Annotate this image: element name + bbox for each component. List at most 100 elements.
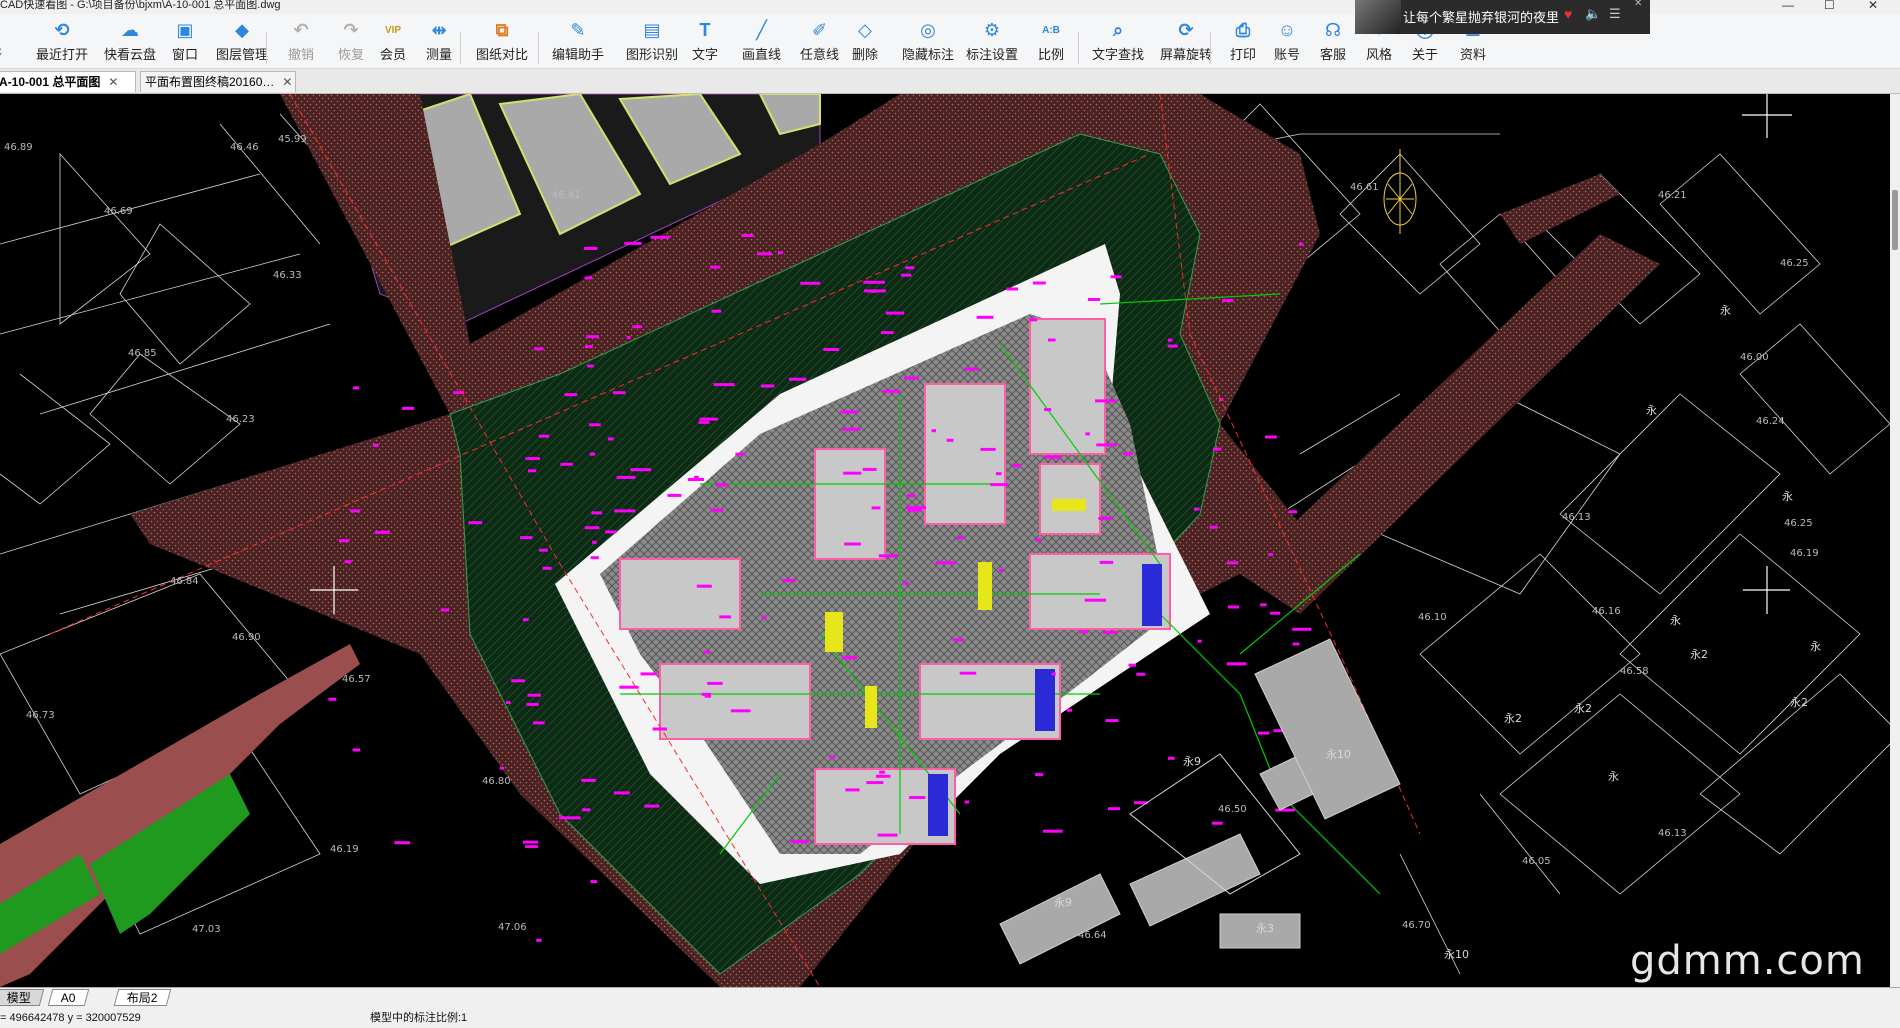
find-button[interactable]: ⌕ 文字查找 xyxy=(1092,18,1144,66)
tab-document-1[interactable]: A-10-001 总平面图 ✕ xyxy=(0,71,136,92)
cloud-button[interactable]: ☁ 快看云盘 xyxy=(104,18,156,66)
recognize-button[interactable]: ▤ 图形识别 xyxy=(626,18,678,66)
redo-button[interactable]: ↷ 恢复 xyxy=(338,18,364,66)
tab-label: 布局2 xyxy=(126,991,158,1005)
building-label: 永 xyxy=(1782,489,1793,503)
maximize-button[interactable]: ☐ xyxy=(1824,0,1835,12)
edit-assistant-icon: ✎ xyxy=(570,19,586,40)
elevation-label: 46.69 xyxy=(104,206,133,217)
elevation-label: 46.61 xyxy=(1350,182,1379,193)
annotation-mark xyxy=(339,539,350,543)
elevation-label: 46.23 xyxy=(226,414,255,425)
layers-button[interactable]: ◆ 图层管理 xyxy=(216,18,268,66)
annotation-mark xyxy=(903,376,920,380)
annotation-mark xyxy=(946,438,954,442)
annotation-mark xyxy=(909,796,926,799)
annotation-mark xyxy=(905,266,915,270)
close-tab-icon[interactable]: ✕ xyxy=(108,72,118,92)
annotation-mark xyxy=(711,309,722,313)
building-label: 永 xyxy=(1646,403,1657,417)
elevation-label: 46.05 xyxy=(1522,856,1551,867)
toolbar-label: 文字查找 xyxy=(1092,47,1145,62)
toolbar-label: 最近打开 xyxy=(36,47,89,62)
annotation-mark xyxy=(1099,560,1114,564)
building-label: 永9 xyxy=(1183,754,1201,768)
account-button[interactable]: ☺ 账号 xyxy=(1274,18,1300,66)
tab-layout2[interactable]: 布局2 xyxy=(113,989,171,1006)
undo-button[interactable]: ↶ 撤销 xyxy=(288,18,314,66)
annotation-mark xyxy=(710,265,721,269)
elevation-label: 46.84 xyxy=(170,576,199,587)
elevation-label: 46.25 xyxy=(1780,258,1809,269)
vip-button[interactable]: VIP 会员 xyxy=(380,18,406,66)
tab-model[interactable]: 模型 xyxy=(0,989,45,1006)
annotation-mark xyxy=(1035,538,1042,542)
toolbar-label: 恢复 xyxy=(338,47,365,62)
cad-drawing-canvas[interactable]: 46.89 46.46 45.99 46.69 46.33 46.85 46.23 46.84… xyxy=(0,94,1900,987)
annotation-mark xyxy=(614,509,636,513)
support-button[interactable]: ☊ 客服 xyxy=(1320,18,1346,66)
annotation-mark xyxy=(964,367,979,371)
status-bar: = 496642478 y = 320007529 模型中的标注比例:1 xyxy=(0,1008,1900,1028)
annotation-mark xyxy=(506,701,511,704)
annotation-mark xyxy=(644,804,660,808)
open-button[interactable]: 📂 打开 xyxy=(0,18,2,66)
close-icon[interactable]: ✕ xyxy=(1634,0,1642,9)
layout-tab-bar: 模型 A0 布局2 xyxy=(0,987,1900,1008)
text-button[interactable]: T 文字 xyxy=(692,18,718,66)
music-player-popup[interactable]: 让每个繁星抛弃银河的夜里 ♥ 🔈 ☰ ✕ xyxy=(1355,0,1650,34)
line-button[interactable]: ╱ 画直线 xyxy=(742,18,781,66)
toolbar-separator xyxy=(538,32,539,64)
annotation-mark xyxy=(710,508,724,512)
vertical-scrollbar[interactable] xyxy=(1890,94,1900,987)
tab-a0[interactable]: A0 xyxy=(47,989,89,1006)
toolbar-label: 撤销 xyxy=(288,47,315,62)
tab-document-2[interactable]: 平面布置图终稿20160… ✕ xyxy=(140,71,296,92)
dimset-button[interactable]: ⚙ 标注设置 xyxy=(966,18,1018,66)
freehand-button[interactable]: ✐ 任意线 xyxy=(800,18,839,66)
toolbar-label: 资料 xyxy=(1460,47,1487,62)
delete-button[interactable]: ◇ 删除 xyxy=(852,18,878,66)
annotation-mark xyxy=(534,347,544,351)
annotation-mark xyxy=(468,521,483,525)
window-button[interactable]: ▣ 窗口 xyxy=(172,18,198,66)
annotation-mark xyxy=(353,386,359,390)
annotation-mark xyxy=(1193,507,1200,511)
ratio-button[interactable]: A:B 比例 xyxy=(1038,18,1064,66)
measure-button[interactable]: ⇹ 测量 xyxy=(426,18,452,66)
rotate-button[interactable]: ⟳ 屏幕旋转 xyxy=(1160,18,1212,66)
annotation-mark xyxy=(1084,598,1107,602)
shape-recognize-icon: ▤ xyxy=(643,19,661,40)
annotation-mark xyxy=(374,530,390,534)
toolbar-label: 窗口 xyxy=(172,47,199,62)
annotation-mark xyxy=(995,472,1002,476)
annotation-mark xyxy=(1197,639,1202,643)
print-button[interactable]: ⎙ 打印 xyxy=(1230,18,1256,66)
song-title: 让每个繁星抛弃银河的夜里 xyxy=(1403,10,1560,25)
annotation-mark xyxy=(592,540,597,544)
close-window-button[interactable]: ✕ xyxy=(1868,0,1878,12)
annotation-mark xyxy=(1095,399,1117,403)
annotation-mark xyxy=(1011,463,1022,467)
annotation-mark xyxy=(526,702,539,706)
north-arrow-icon xyxy=(1383,149,1417,234)
heart-icon[interactable]: ♥ xyxy=(1564,6,1572,22)
scrollbar-thumb[interactable] xyxy=(1892,190,1898,250)
compare-button[interactable]: ⧉ 图纸对比 xyxy=(476,18,528,66)
recent-button[interactable]: ⟲ 最近打开 xyxy=(36,18,88,66)
close-tab-icon[interactable]: ✕ xyxy=(282,72,292,92)
annotation-mark xyxy=(1222,299,1234,302)
playlist-icon[interactable]: ☰ xyxy=(1609,6,1621,22)
hide-button[interactable]: ◎ 隐藏标注 xyxy=(902,18,954,66)
volume-icon[interactable]: 🔈 xyxy=(1585,6,1601,22)
annotation-mark xyxy=(584,276,592,280)
annotation-mark xyxy=(980,447,996,451)
annotation-mark xyxy=(844,542,861,546)
elevation-label: 46.25 xyxy=(1784,518,1813,529)
annotation-mark xyxy=(1292,642,1300,646)
line-icon: ╱ xyxy=(756,19,767,40)
printer-icon: ⎙ xyxy=(1235,19,1251,40)
annotation-mark xyxy=(1098,516,1113,520)
minimize-button[interactable]: — xyxy=(1782,0,1794,12)
edit-button[interactable]: ✎ 编辑助手 xyxy=(552,18,604,66)
